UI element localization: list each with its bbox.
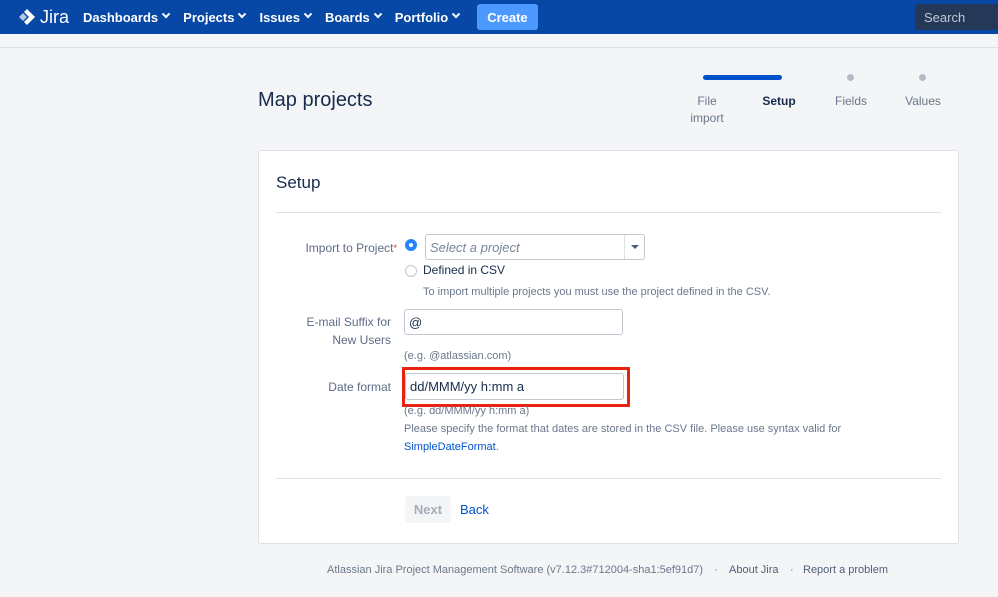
jira-logo[interactable]: Jira: [18, 7, 69, 28]
email-hint: (e.g. @atlassian.com): [404, 350, 512, 362]
footer-separator-2: ·: [790, 564, 794, 576]
defined-in-csv-label[interactable]: Defined in CSV: [423, 263, 505, 277]
report-problem-link[interactable]: Report a problem: [803, 564, 888, 576]
tracker-dot-fields: [847, 74, 854, 81]
logo-text: Jira: [40, 6, 70, 27]
page-title: Map projects: [258, 89, 373, 111]
nav-projects-label: Projects: [183, 9, 235, 25]
project-select[interactable]: Select a project: [425, 234, 645, 260]
tracker-progress-bar: [703, 75, 782, 80]
email-suffix-input[interactable]: @: [404, 309, 623, 335]
chevron-down-icon: [451, 9, 461, 19]
date-hint-link-line: SimpleDateFormat.: [404, 439, 499, 456]
nav-boards-label: Boards: [324, 9, 370, 25]
radio-defined-in-csv[interactable]: [405, 265, 417, 277]
chevron-down-icon: [238, 9, 247, 19]
chevron-down-icon: [303, 9, 313, 19]
about-jira-link[interactable]: About Jira: [729, 564, 779, 576]
jira-logo-icon: [19, 9, 35, 25]
search-input[interactable]: Search: [915, 4, 998, 30]
tracker-dot-values: [919, 74, 926, 81]
nav-projects[interactable]: Projects: [183, 9, 247, 25]
next-button[interactable]: Next: [405, 496, 451, 523]
project-select-placeholder: Select a project: [430, 240, 520, 255]
email-label-line-2: New Users: [332, 333, 391, 347]
step-setup: Setup: [762, 94, 796, 108]
email-suffix-label: E-mail Suffix for New Users: [259, 313, 391, 349]
step-file-import: File import: [690, 94, 724, 125]
simpledateformat-link[interactable]: SimpleDateFormat: [404, 441, 496, 453]
create-button[interactable]: Create: [477, 4, 538, 30]
date-format-label: Date format: [328, 380, 391, 394]
date-hint-example: (e.g. dd/MMM/yy h:mm a): [404, 405, 530, 417]
nav-dashboards-label: Dashboards: [83, 9, 159, 25]
nav-issues-label: Issues: [259, 9, 300, 25]
required-marker: *: [393, 243, 397, 253]
step-values: Values: [905, 94, 941, 108]
radio-select-project[interactable]: [405, 239, 417, 251]
nav-boards[interactable]: Boards: [324, 9, 382, 25]
csv-hint: To import multiple projects you must use…: [423, 286, 771, 298]
footer-software-info: Atlassian Jira Project Management Softwa…: [327, 564, 704, 576]
nav-issues[interactable]: Issues: [259, 9, 313, 25]
footer-separator-1: ·: [714, 564, 718, 576]
nav-portfolio[interactable]: Portfolio: [394, 9, 461, 25]
nav-portfolio-label: Portfolio: [394, 9, 449, 25]
divider-top: [276, 212, 941, 213]
email-label-line-1: E-mail Suffix for: [306, 315, 391, 329]
nav-dashboards[interactable]: Dashboards: [83, 9, 171, 25]
date-hint-description: Please specify the format that dates are…: [404, 423, 842, 435]
setup-panel: Setup Import to Project* Select a projec…: [258, 150, 959, 544]
sub-header: [0, 34, 998, 48]
chevron-down-icon: [161, 9, 171, 19]
import-to-project-label: Import to Project*: [259, 239, 397, 257]
import-label-text: Import to Project: [305, 241, 394, 255]
dropdown-arrow-icon[interactable]: [624, 235, 644, 259]
back-link[interactable]: Back: [460, 502, 489, 517]
date-hint-period: .: [495, 441, 499, 453]
top-navigation: Jira Dashboards Projects Issues Boards P…: [0, 0, 998, 34]
chevron-down-icon: [373, 9, 382, 19]
divider-bottom: [276, 478, 941, 479]
highlight-box: [402, 367, 630, 407]
step-fields: Fields: [834, 94, 867, 108]
panel-title: Setup: [276, 173, 321, 192]
